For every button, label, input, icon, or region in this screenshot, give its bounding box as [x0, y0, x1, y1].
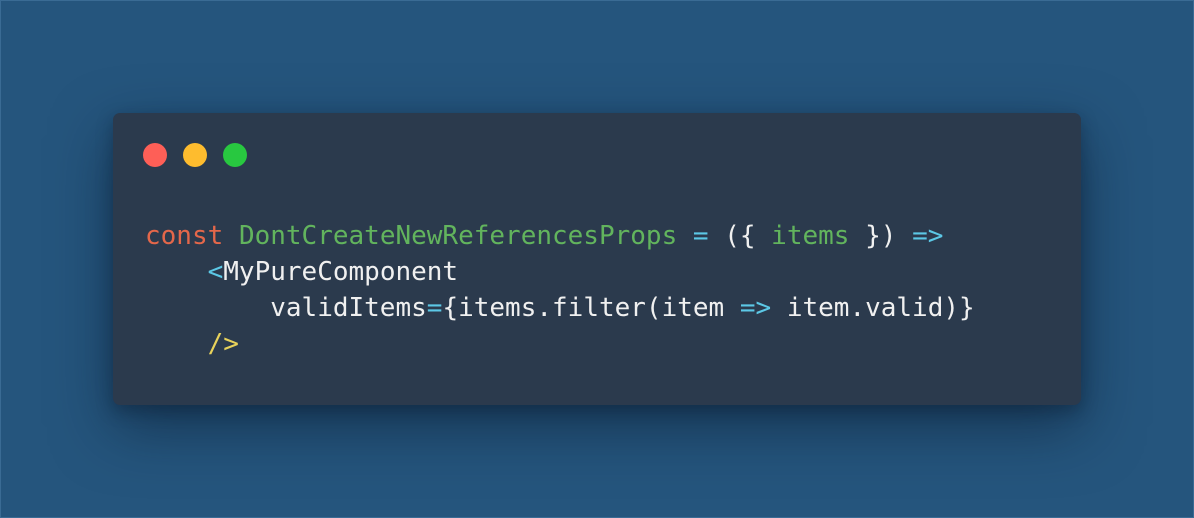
- keyword-const: const: [145, 221, 224, 251]
- inner-arrow-operator: =>: [739, 293, 772, 323]
- open-paren-brace: ({: [724, 221, 756, 251]
- code-line-4: />: [145, 326, 975, 362]
- close-button[interactable]: [143, 143, 167, 167]
- attr-equals: =: [426, 293, 443, 323]
- valid-expression: item.valid)}: [786, 293, 975, 323]
- code-window: const DontCreateNewReferencesProps = ({ …: [113, 113, 1081, 405]
- zoom-button[interactable]: [223, 143, 247, 167]
- code-line-2: <MyPureComponent: [145, 254, 975, 290]
- window-controls: [143, 143, 247, 167]
- jsx-self-close: />: [207, 329, 239, 359]
- jsx-tag-name: MyPureComponent: [223, 257, 459, 287]
- assign-operator: =: [692, 221, 709, 251]
- close-brace-paren: }): [865, 221, 897, 251]
- filter-expression: {items.filter(item: [442, 293, 725, 323]
- code-block: const DontCreateNewReferencesProps = ({ …: [145, 218, 975, 362]
- arrow-operator: =>: [912, 221, 944, 251]
- param-items: items: [771, 221, 850, 251]
- code-line-1: const DontCreateNewReferencesProps = ({ …: [145, 218, 975, 254]
- code-line-3: validItems={items.filter(item => item.va…: [145, 290, 975, 326]
- jsx-open-bracket: <: [207, 257, 224, 287]
- jsx-attr-name: validItems: [270, 293, 427, 323]
- minimize-button[interactable]: [183, 143, 207, 167]
- component-name: DontCreateNewReferencesProps: [238, 221, 678, 251]
